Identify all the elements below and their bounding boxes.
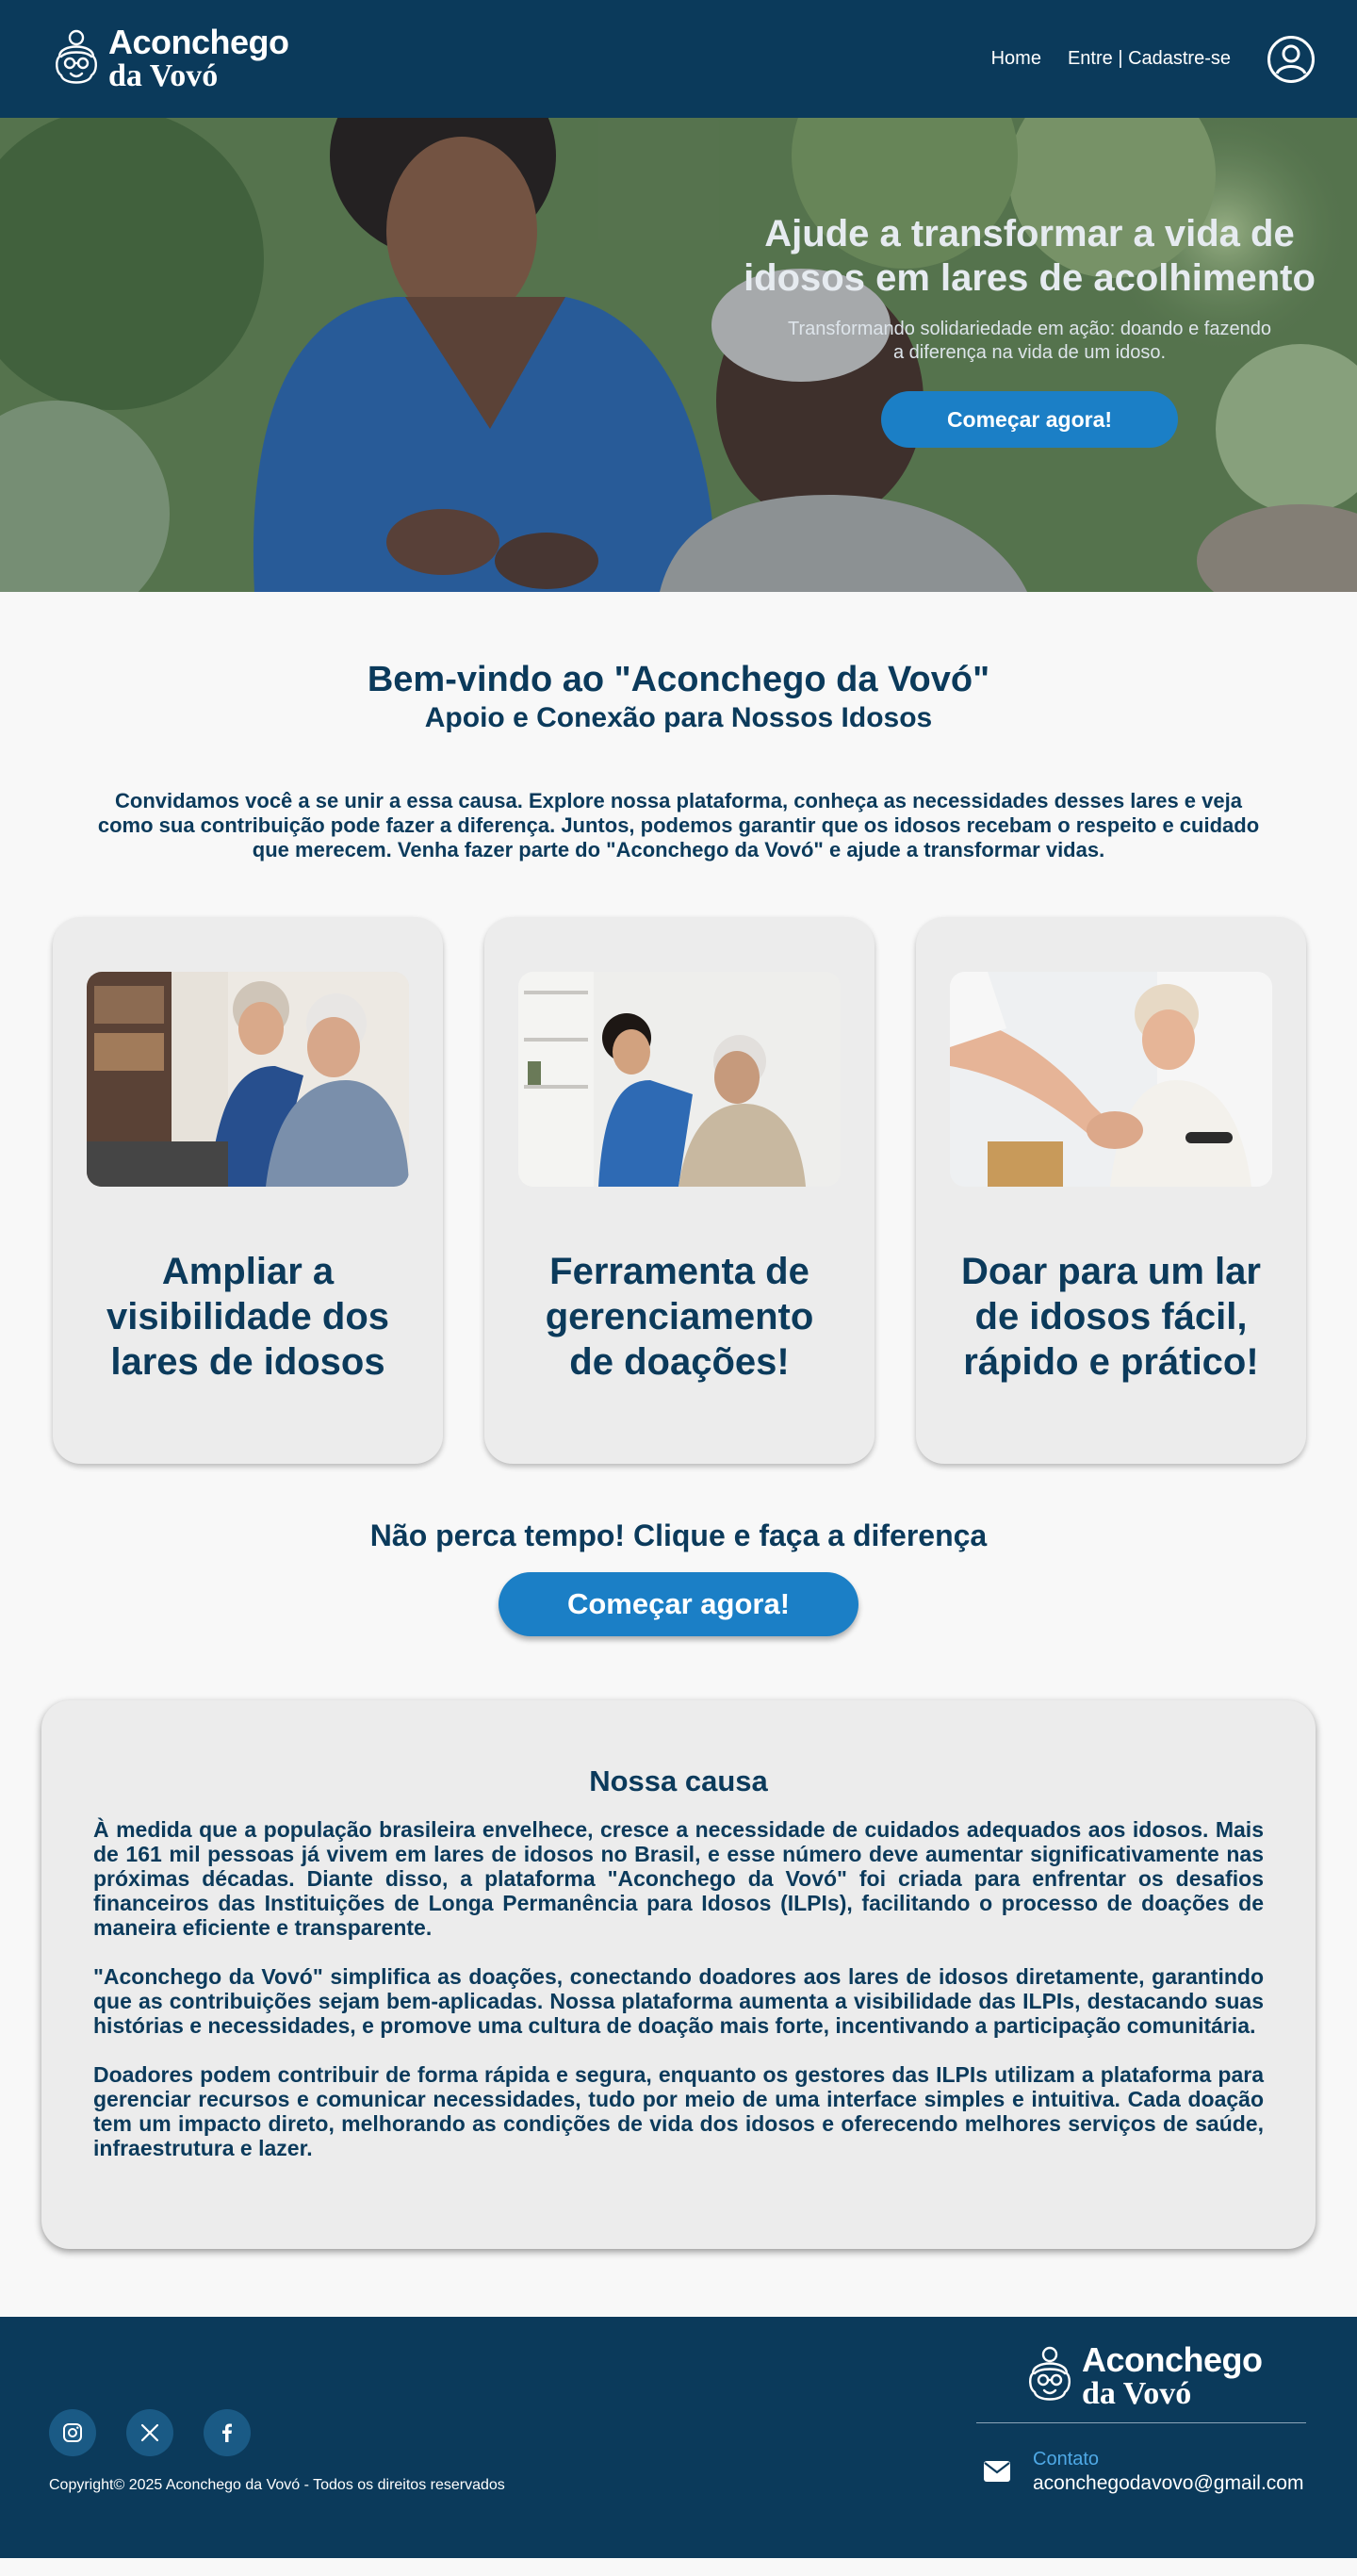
brand-wordmark: Aconchego da Vovó xyxy=(108,25,289,92)
cta-title: Não perca tempo! Clique e faça a diferen… xyxy=(369,1518,988,1552)
card-title: Ferramenta de gerenciamento de doações! xyxy=(545,1250,814,1383)
mail-icon xyxy=(984,2461,1010,2483)
cause-paragraph: À medida que a população brasileira enve… xyxy=(93,1816,1264,1940)
site-header: Aconchego da Vovó Home Entre | Cadastre-… xyxy=(0,0,1357,118)
feature-card-visibility[interactable]: Ampliar a visibilidade dos lares de idos… xyxy=(53,916,443,1464)
welcome-section: Bem-vindo ao "Aconchego da Vovó" Apoio e… xyxy=(0,592,1357,862)
grandma-face-icon xyxy=(56,29,97,84)
copyright-text: Copyright© 2025 Aconchego da Vovó - Todo… xyxy=(49,2476,505,2493)
cta-start-button[interactable]: Começar agora! xyxy=(499,1571,858,1636)
welcome-subtitle: Apoio e Conexão para Nossos Idosos xyxy=(424,702,933,733)
welcome-title: Bem-vindo ao "Aconchego da Vovó" xyxy=(367,660,990,699)
facebook-icon[interactable] xyxy=(204,2408,251,2456)
grandma-face-icon xyxy=(1029,2347,1071,2402)
x-icon[interactable] xyxy=(126,2408,173,2456)
brand-line2: da Vovó xyxy=(1082,2375,1192,2411)
brand-line2: da Vovó xyxy=(108,58,219,93)
footer-brand-wordmark: Aconchego da Vovó xyxy=(1082,2339,1263,2411)
social-links xyxy=(49,2408,251,2456)
hero-start-button[interactable]: Começar agora! xyxy=(881,391,1178,449)
contact-text: Contato aconchegodavovo@gmail.com xyxy=(1033,2449,1303,2495)
feature-card-management[interactable]: Ferramenta de gerenciamento de doações! xyxy=(484,916,875,1464)
hero-subtitle: Transformando solidariedade em ação: doa… xyxy=(788,319,1271,364)
brand-logo[interactable]: Aconchego da Vovó xyxy=(52,25,289,92)
contact-email-link[interactable]: aconchegodavovo@gmail.com xyxy=(1033,2472,1303,2495)
welcome-intro: Convidamos você a se unir a essa causa. … xyxy=(97,789,1260,861)
card-title: Doar para um lar de idosos fácil, rápido… xyxy=(961,1250,1261,1383)
brand-line1: Aconchego xyxy=(1082,2339,1263,2379)
nav-home-link[interactable]: Home xyxy=(991,48,1041,70)
card-title: Ampliar a visibilidade dos lares de idos… xyxy=(106,1250,390,1383)
cause-title: Nossa causa xyxy=(589,1764,768,1797)
feature-cards: Ampliar a visibilidade dos lares de idos… xyxy=(0,862,1357,1464)
card-photo-nurse xyxy=(518,971,841,1187)
contact-label: Contato xyxy=(1033,2448,1100,2469)
footer-brand-logo[interactable]: Aconchego da Vovó xyxy=(1025,2339,1263,2411)
nav-login-link[interactable]: Entre | Cadastre-se xyxy=(1068,48,1231,70)
hero-title: Ajude a transformar a vida de idosos em … xyxy=(744,213,1316,300)
main-nav: Home Entre | Cadastre-se xyxy=(991,35,1316,84)
hero-banner: Ajude a transformar a vida de idosos em … xyxy=(0,118,1357,592)
contact-block: Contato aconchegodavovo@gmail.com xyxy=(984,2449,1303,2495)
brand-line1: Aconchego xyxy=(108,23,289,61)
user-circle-icon[interactable] xyxy=(1267,35,1316,84)
cause-paragraph: Doadores podem contribuir de forma rápid… xyxy=(93,2061,1264,2160)
card-photo-hands xyxy=(950,971,1272,1187)
footer-divider xyxy=(976,2421,1306,2423)
cause-section: Nossa causa À medida que a população bra… xyxy=(41,1699,1316,2249)
cta-section: Não perca tempo! Clique e faça a diferen… xyxy=(0,1464,1357,1636)
card-photo-couple xyxy=(87,971,409,1187)
hero-content: Ajude a transformar a vida de idosos em … xyxy=(740,212,1319,449)
site-footer: Copyright© 2025 Aconchego da Vovó - Todo… xyxy=(0,2316,1357,2558)
cause-paragraph: "Aconchego da Vovó" simplifica as doaçõe… xyxy=(93,1963,1264,2038)
instagram-icon[interactable] xyxy=(49,2408,96,2456)
feature-card-donate[interactable]: Doar para um lar de idosos fácil, rápido… xyxy=(916,916,1306,1464)
